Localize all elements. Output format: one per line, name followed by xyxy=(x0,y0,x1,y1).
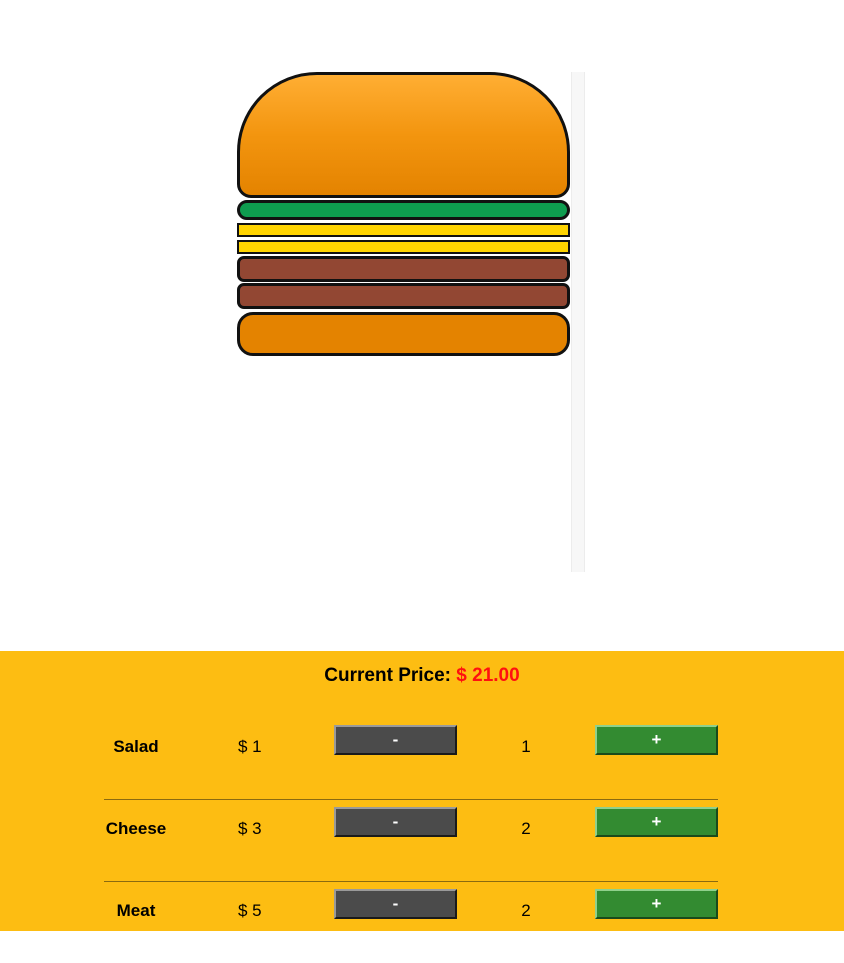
ingredient-row-salad: Salad $ 1 - 1 + xyxy=(104,717,718,800)
salad-more-button[interactable]: + xyxy=(595,725,718,755)
meat-layer xyxy=(237,256,570,282)
current-price-label: Current Price: xyxy=(324,665,451,686)
meat-less-button[interactable]: - xyxy=(334,889,457,919)
current-price-value: $ 21.00 xyxy=(456,665,520,686)
ingredient-quantity: 2 xyxy=(521,901,531,920)
ingredient-price: $ 5 xyxy=(238,901,262,920)
meat-more-button[interactable]: + xyxy=(595,889,718,919)
ingredient-row-cheese: Cheese $ 3 - 2 + xyxy=(104,799,718,882)
ingredient-quantity: 2 xyxy=(521,819,531,838)
ingredient-row-meat: Meat $ 5 - 2 + xyxy=(104,881,718,963)
current-price: Current Price: $ 21.00 xyxy=(0,665,844,687)
cheese-more-button[interactable]: + xyxy=(595,807,718,837)
cheese-layer xyxy=(237,240,570,254)
salad-less-button[interactable]: - xyxy=(334,725,457,755)
build-controls: Current Price: $ 21.00 Salad $ 1 - 1 + C… xyxy=(0,651,844,931)
burger-preview xyxy=(0,0,844,651)
ingredient-name: Cheese xyxy=(105,819,167,838)
cheese-less-button[interactable]: - xyxy=(334,807,457,837)
ingredient-name: Meat xyxy=(116,901,156,920)
ingredient-name: Salad xyxy=(113,737,159,756)
bread-top xyxy=(237,72,570,198)
ingredient-quantity: 1 xyxy=(521,737,531,756)
ingredient-price: $ 1 xyxy=(238,737,262,756)
scrollbar-track[interactable] xyxy=(571,72,585,572)
cheese-layer xyxy=(237,223,570,237)
meat-layer xyxy=(237,283,570,309)
salad-layer xyxy=(237,200,570,220)
ingredient-price: $ 3 xyxy=(238,819,262,838)
bread-bottom xyxy=(237,312,570,356)
